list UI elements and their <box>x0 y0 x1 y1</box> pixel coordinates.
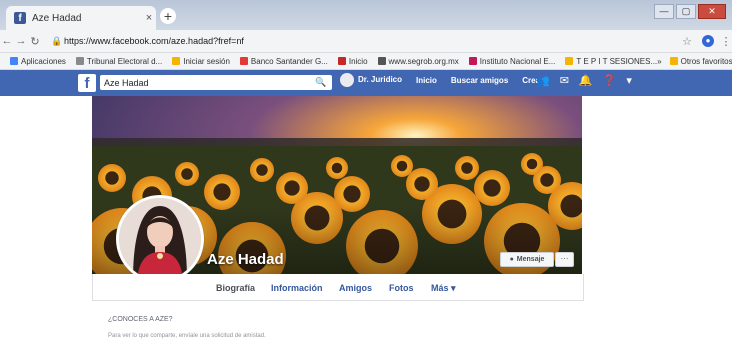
bookmark-item[interactable]: T E P I T SESIONES... <box>565 57 657 66</box>
bookmark-icon <box>377 57 386 65</box>
back-icon[interactable]: ← <box>0 35 14 47</box>
messenger-icon[interactable]: ✉ <box>560 74 569 87</box>
other-bookmarks[interactable]: » Otros favoritos <box>657 57 732 66</box>
nav-profile-link[interactable]: Dr. Juridico <box>340 73 402 87</box>
facebook-icons: 👥 ✉ 🔔 ❓ ▾ <box>536 74 632 87</box>
bookmark-item[interactable]: Aplicaciones <box>10 57 66 66</box>
window-controls: — ▢ ✕ <box>654 4 726 19</box>
quick-help-icon[interactable]: ❓ <box>603 74 617 87</box>
browser-window: f Aze Hadad × + — ▢ ✕ ← → ↻ 🔒 https://ww… <box>0 0 732 342</box>
tab-friends[interactable]: Amigos <box>339 283 372 293</box>
search-icon[interactable]: 🔍 <box>314 77 328 88</box>
do-you-know-text: Para ver lo que comparte, envíale una so… <box>108 333 266 339</box>
close-window-button[interactable]: ✕ <box>698 4 726 19</box>
search-input[interactable] <box>100 76 314 89</box>
bookmark-item[interactable]: www.segrob.org.mx <box>377 57 459 66</box>
nav-find-friends-link[interactable]: Buscar amigos <box>451 76 508 85</box>
bookmark-item[interactable]: Instituto Nacional E... <box>468 57 555 66</box>
bookmark-icon <box>239 57 248 65</box>
facebook-nav: Dr. Juridico Inicio Buscar amigos Crear <box>340 73 543 87</box>
forward-icon[interactable]: → <box>14 35 28 47</box>
tab-close-icon[interactable]: × <box>142 12 156 24</box>
reload-icon[interactable]: ↻ <box>28 35 42 48</box>
lock-icon: 🔒 <box>51 35 63 46</box>
search-box: 🔍 <box>100 75 332 90</box>
bookmark-icon <box>75 57 84 65</box>
tab-timeline[interactable]: Biografía <box>216 283 255 293</box>
tab-title: Aze Hadad <box>32 12 82 24</box>
bookmark-icon <box>172 57 181 65</box>
bookmarks-bar: Aplicaciones Tribunal Electoral d... Ini… <box>0 53 732 70</box>
bookmark-item[interactable]: Inicio <box>337 57 368 66</box>
profile-tabs <box>92 274 584 301</box>
tab-photos[interactable]: Fotos <box>389 283 414 293</box>
friend-requests-icon[interactable]: 👥 <box>536 74 550 87</box>
message-button[interactable]: ● Mensaje <box>500 252 554 267</box>
bookmark-icon <box>468 57 477 65</box>
apps-icon <box>10 57 18 65</box>
other-favorites-label: Otros favoritos <box>680 56 732 66</box>
folder-icon <box>669 57 678 65</box>
account-menu-icon[interactable]: ▾ <box>626 74 632 87</box>
profile-icon[interactable]: ● <box>702 35 714 47</box>
tab-strip: f Aze Hadad × + — ▢ ✕ <box>0 0 732 30</box>
bookmark-icon <box>337 57 346 65</box>
folder-icon <box>565 57 574 65</box>
do-you-know-heading: ¿CONOCES A AZE? <box>108 316 173 323</box>
avatar <box>340 73 354 87</box>
facebook-favicon-icon: f <box>14 12 26 24</box>
bookmark-item[interactable]: Banco Santander G... <box>239 57 328 66</box>
bookmark-item[interactable]: Tribunal Electoral d... <box>75 57 162 66</box>
profile-picture[interactable] <box>116 195 204 283</box>
profile-photo <box>119 198 201 280</box>
new-tab-button[interactable]: + <box>160 8 176 24</box>
tab-more[interactable]: Más ▾ <box>431 283 456 294</box>
more-options-button[interactable]: ··· <box>555 252 574 267</box>
minimize-button[interactable]: — <box>654 4 674 19</box>
tab-about[interactable]: Información <box>271 283 323 293</box>
url-field[interactable]: https://www.facebook.com/aze.hadad?fref=… <box>64 36 678 46</box>
facebook-logo-icon[interactable]: f <box>78 74 96 92</box>
notifications-icon[interactable]: 🔔 <box>579 74 593 87</box>
bookmark-star-icon[interactable]: ☆ <box>678 35 696 48</box>
bookmarks-more-icon[interactable]: » <box>657 57 661 66</box>
nav-home-link[interactable]: Inicio <box>416 76 437 85</box>
menu-icon[interactable]: ⋮ <box>720 35 732 48</box>
profile-name[interactable]: Aze Hadad <box>207 251 284 268</box>
bookmark-item[interactable]: Iniciar sesión <box>172 57 230 66</box>
browser-tab[interactable]: f Aze Hadad × <box>6 6 156 30</box>
address-bar: ← → ↻ 🔒 https://www.facebook.com/aze.had… <box>0 30 732 53</box>
maximize-button[interactable]: ▢ <box>676 4 696 19</box>
messenger-icon: ● <box>509 256 514 263</box>
